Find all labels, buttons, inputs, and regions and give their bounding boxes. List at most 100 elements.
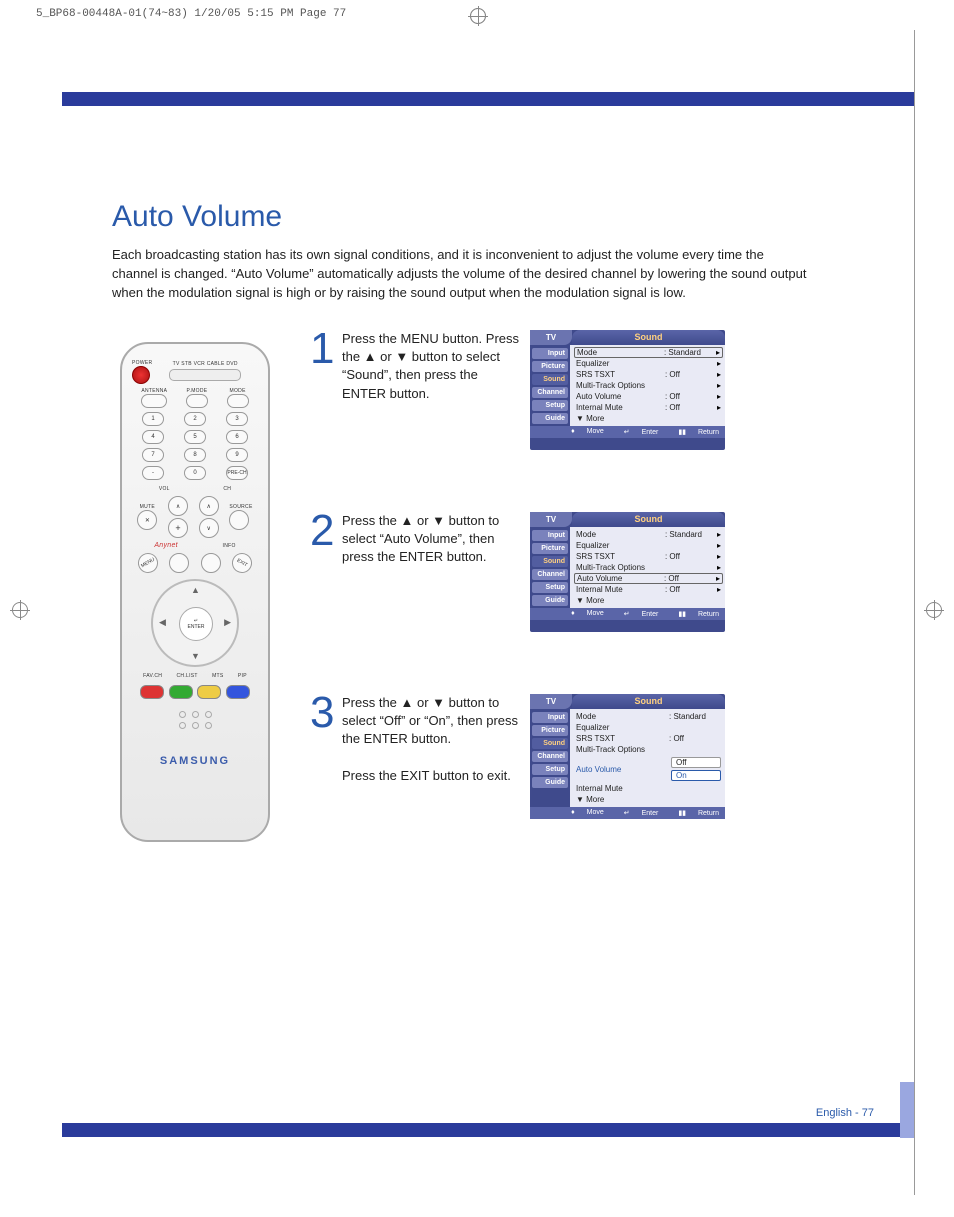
green-button bbox=[169, 685, 193, 699]
dot-row-1 bbox=[122, 711, 268, 718]
antenna-label: ANTENNA bbox=[141, 388, 167, 394]
menu-button: MENU bbox=[134, 549, 161, 576]
brand-logo: SAMSUNG bbox=[122, 755, 268, 767]
favch-label: FAV.CH bbox=[143, 673, 162, 679]
exit-button: EXIT bbox=[229, 549, 256, 576]
steps-column: 1 Press the MENU button. Press the ▲ or … bbox=[310, 330, 730, 881]
source-button bbox=[229, 510, 249, 530]
arrow-up-icon: ▲ bbox=[191, 585, 200, 595]
hint-return: ▮▮ Return bbox=[668, 428, 719, 436]
ch-label: CH bbox=[223, 486, 231, 492]
antenna-button bbox=[141, 394, 167, 408]
osd-main: Mode: Standard▸ Equalizer▸ SRS TSXT: Off… bbox=[570, 345, 725, 426]
intro-paragraph: Each broadcasting station has its own si… bbox=[112, 246, 812, 303]
osd-side-picture: Picture bbox=[532, 361, 568, 372]
num-3: 3 bbox=[226, 412, 248, 426]
option-on: On bbox=[671, 770, 721, 781]
mode-row-label: TV STB VCR CABLE DVD bbox=[152, 361, 258, 367]
osd-side-input: Input bbox=[532, 348, 568, 359]
thumb-tab bbox=[900, 1082, 914, 1138]
chlist-label: CH.LIST bbox=[177, 673, 198, 679]
prech-button: PRE-CH bbox=[226, 466, 248, 480]
mode-button bbox=[227, 394, 249, 408]
option-off: Off bbox=[671, 757, 721, 768]
num-7: 7 bbox=[142, 448, 164, 462]
step-1: 1 Press the MENU button. Press the ▲ or … bbox=[310, 330, 730, 450]
color-buttons bbox=[138, 685, 252, 699]
osd-side-setup: Setup bbox=[532, 400, 568, 411]
source-label: SOURCE bbox=[229, 504, 252, 510]
anynet-label: Anynet bbox=[154, 542, 178, 549]
osd-side-sound: Sound bbox=[532, 374, 568, 385]
step-text: Press the ▲ or ▼ button to select “Auto … bbox=[342, 512, 522, 632]
dot-row-2 bbox=[122, 722, 268, 729]
mute-button: ✕ bbox=[137, 510, 157, 530]
power-button bbox=[132, 366, 150, 384]
ch-up: ∧ bbox=[199, 496, 219, 516]
mode-label: MODE bbox=[227, 388, 249, 394]
osd-row-srs: SRS TSXT bbox=[576, 370, 665, 379]
vol-plus: + bbox=[168, 518, 188, 538]
osd-row-autovol: Auto Volume bbox=[576, 392, 665, 401]
enter-button: ↵ ENTER bbox=[179, 607, 213, 641]
osd-row-multitrack: Multi-Track Options bbox=[576, 381, 665, 390]
crop-mark-bottom bbox=[468, 6, 488, 26]
num-5: 5 bbox=[184, 430, 206, 444]
step-2: 2 Press the ▲ or ▼ button to select “Aut… bbox=[310, 512, 730, 632]
num-8: 8 bbox=[184, 448, 206, 462]
osd-screen-2: TV Sound Input Picture Sound Channel Set… bbox=[530, 512, 725, 632]
osd-side-channel: Channel bbox=[532, 387, 568, 398]
pip-label: PIP bbox=[238, 673, 247, 679]
osd-autovolume-label: Auto Volume bbox=[576, 765, 671, 774]
crop-mark-left bbox=[10, 600, 30, 620]
step-3: 3 Press the ▲ or ▼ button to select “Off… bbox=[310, 694, 730, 819]
osd-row-internalmute: Internal Mute bbox=[576, 403, 665, 412]
blue-button bbox=[226, 685, 250, 699]
footer-bar bbox=[62, 1123, 914, 1137]
osd-sidebar: Input Picture Sound Channel Setup Guide bbox=[530, 345, 570, 426]
arrow-down-icon: ▼ bbox=[191, 651, 200, 661]
num-9: 9 bbox=[226, 448, 248, 462]
step-number: 3 bbox=[310, 694, 340, 819]
num-6: 6 bbox=[226, 430, 248, 444]
remote-illustration: POWER TV STB VCR CABLE DVD ANTENNA P.MOD… bbox=[120, 342, 270, 852]
num-4: 4 bbox=[142, 430, 164, 444]
hint-move: ♦ Move bbox=[561, 428, 604, 436]
osd-tv-label: TV bbox=[530, 330, 572, 345]
osd-row-equalizer: Equalizer bbox=[576, 359, 665, 368]
chevron-right-icon: ▸ bbox=[716, 348, 720, 357]
nav-ring: ▲ ▼ ◀ ▶ ↵ ENTER bbox=[151, 579, 239, 667]
vol-up: ∧ bbox=[168, 496, 188, 516]
header-bar bbox=[62, 92, 914, 106]
osd-title: Sound bbox=[572, 330, 725, 345]
yellow-button bbox=[197, 685, 221, 699]
pmode-label: P.MODE bbox=[186, 388, 208, 394]
num-2: 2 bbox=[184, 412, 206, 426]
osd-screen-3: TV Sound Input Picture Sound Channel Set… bbox=[530, 694, 725, 819]
arrow-right-icon: ▶ bbox=[224, 617, 231, 628]
crop-mark-right bbox=[924, 600, 944, 620]
print-header: 5_BP68-00448A-01(74~83) 1/20/05 5:15 PM … bbox=[36, 8, 346, 20]
num-dash: - bbox=[142, 466, 164, 480]
page-title: Auto Volume bbox=[112, 200, 832, 234]
osd-screen-1: TV Sound Input Picture Sound Channel Set… bbox=[530, 330, 725, 450]
mode-slider bbox=[169, 369, 241, 381]
osd-row-mode: Mode bbox=[577, 348, 664, 357]
osd-hints: ♦ Move ↵ Enter ▮▮ Return bbox=[530, 426, 725, 438]
red-button bbox=[140, 685, 164, 699]
power-label: POWER bbox=[132, 360, 152, 366]
hint-enter: ↵ Enter bbox=[614, 428, 659, 436]
anynet-button bbox=[169, 553, 189, 573]
mts-label: MTS bbox=[212, 673, 223, 679]
step-text: Press the MENU button. Press the ▲ or ▼ … bbox=[342, 330, 522, 450]
ch-down: ∨ bbox=[199, 518, 219, 538]
num-0: 0 bbox=[184, 466, 206, 480]
info-label: INFO bbox=[223, 543, 236, 549]
pmode-button bbox=[186, 394, 208, 408]
mute-label: MUTE bbox=[137, 504, 157, 510]
info-button bbox=[201, 553, 221, 573]
num-1: 1 bbox=[142, 412, 164, 426]
step-text: Press the ▲ or ▼ button to select “Off” … bbox=[342, 694, 522, 819]
step-number: 1 bbox=[310, 330, 340, 450]
osd-row-more: ▼ More bbox=[576, 414, 721, 423]
